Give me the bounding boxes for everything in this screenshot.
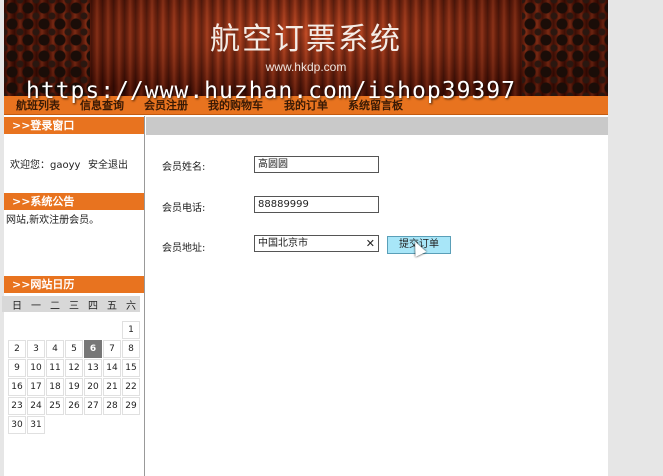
calendar-day-cell[interactable]: 24 — [27, 397, 45, 415]
calendar-day-cell[interactable]: 1 — [122, 321, 140, 339]
calendar-day-name: 一 — [31, 301, 41, 312]
calendar-day-cell[interactable]: 19 — [65, 378, 83, 396]
calendar-day-name: 六 — [126, 301, 136, 312]
calendar-day-cell[interactable]: 27 — [84, 397, 102, 415]
calendar-day-name: 三 — [69, 301, 79, 312]
calendar-day-cell[interactable]: 26 — [65, 397, 83, 415]
notice-panel-title: >>系统公告 — [4, 193, 144, 210]
login-panel-title: >>登录窗口 — [4, 117, 144, 134]
name-input[interactable]: 高圆圆 — [254, 156, 379, 173]
calendar-day-cell[interactable]: 14 — [103, 359, 121, 377]
welcome-text: 欢迎您：gaoyy — [10, 160, 81, 171]
calendar-day-cell[interactable]: 10 — [27, 359, 45, 377]
calendar-panel-title: >>网站日历 — [4, 276, 144, 293]
name-label: 会员姓名: — [162, 162, 206, 173]
clear-icon[interactable]: ✕ — [366, 236, 375, 251]
calendar-day-cell[interactable]: 9 — [8, 359, 26, 377]
calendar-day-cell[interactable]: 23 — [8, 397, 26, 415]
calendar-day-cell[interactable]: 7 — [103, 340, 121, 358]
calendar-day-cell[interactable]: 15 — [122, 359, 140, 377]
calendar-day-cell[interactable]: 16 — [8, 378, 26, 396]
calendar-day-cell[interactable]: 28 — [103, 397, 121, 415]
calendar-day-name: 日 — [12, 301, 22, 312]
name-value: 高圆圆 — [258, 159, 288, 170]
address-value: 中国北京市 — [258, 238, 308, 249]
logout-link[interactable]: 安全退出 — [88, 156, 128, 171]
calendar-day-name: 四 — [88, 301, 98, 312]
calendar-day-cell[interactable]: 3 — [27, 340, 45, 358]
phone-input[interactable]: 88889999 — [254, 196, 379, 213]
site-title: 航空订票系统 — [210, 22, 402, 57]
calendar-day-cell[interactable]: 2 — [8, 340, 26, 358]
calendar-day-cell[interactable]: 22 — [122, 378, 140, 396]
watermark-url: https://www.huzhan.com/ishop39397 — [26, 78, 516, 104]
address-input[interactable]: 中国北京市 ✕ — [254, 235, 379, 252]
calendar-today-cell[interactable]: 6 — [84, 340, 102, 358]
calendar-day-cell[interactable]: 29 — [122, 397, 140, 415]
calendar-day-cell[interactable]: 4 — [46, 340, 64, 358]
address-label: 会员地址: — [162, 243, 206, 254]
calendar-day-cell[interactable]: 18 — [46, 378, 64, 396]
phone-value: 88889999 — [258, 199, 309, 210]
calendar-day-cell[interactable]: 8 — [122, 340, 140, 358]
calendar-day-name: 五 — [107, 301, 117, 312]
site-url: www.hkdp.com — [265, 60, 347, 74]
notice-text: 网站,新欢注册会员。 — [6, 215, 100, 226]
calendar-day-cell[interactable]: 25 — [46, 397, 64, 415]
calendar-day-name: 二 — [50, 301, 60, 312]
phone-label: 会员电话: — [162, 203, 206, 214]
calendar-day-cell[interactable]: 13 — [84, 359, 102, 377]
calendar-day-cell[interactable]: 20 — [84, 378, 102, 396]
calendar-day-cell[interactable]: 30 — [8, 416, 26, 434]
calendar-day-cell[interactable]: 21 — [103, 378, 121, 396]
calendar-day-cell[interactable]: 5 — [65, 340, 83, 358]
calendar-day-cell[interactable]: 12 — [65, 359, 83, 377]
calendar-day-cell[interactable]: 11 — [46, 359, 64, 377]
main-header-bar — [146, 117, 608, 135]
calendar-day-cell[interactable]: 17 — [27, 378, 45, 396]
calendar-day-cell[interactable]: 31 — [27, 416, 45, 434]
